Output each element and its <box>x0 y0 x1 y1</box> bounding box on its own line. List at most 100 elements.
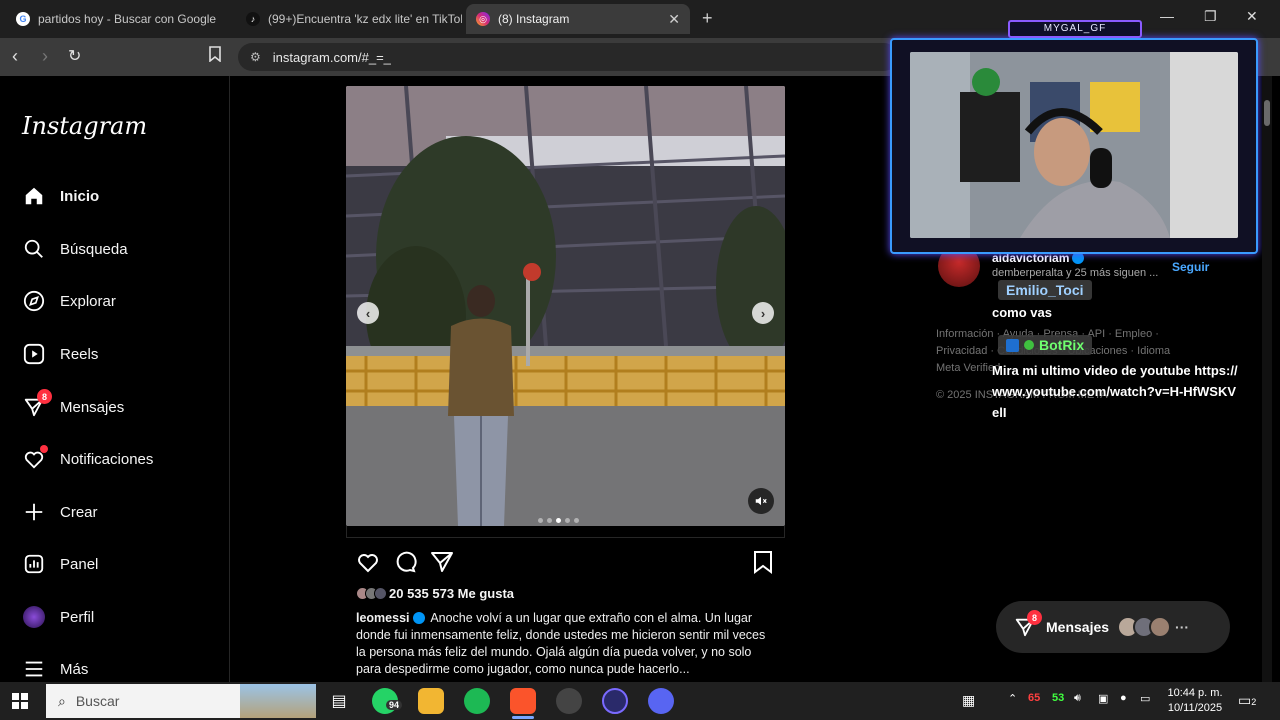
notification-count: 2 <box>1251 697 1257 707</box>
chat-bot-username: BotRix <box>998 335 1093 355</box>
clock-time: 10:44 p. m. <box>1167 687 1223 699</box>
likes-count[interactable]: 20 535 573 Me gusta <box>356 586 514 601</box>
site-settings-icon[interactable]: ⚙ <box>250 50 261 64</box>
back-icon[interactable]: ‹ <box>12 46 18 67</box>
check-badge-icon <box>1024 340 1034 350</box>
sidebar-item-label: Inicio <box>60 187 100 205</box>
messages-floating-button[interactable]: 8 Mensajes ··· <box>996 601 1230 653</box>
reload-icon[interactable]: ↻ <box>68 46 81 66</box>
tiktok-favicon-icon: ♪ <box>246 12 260 26</box>
sidebar-item-label: Panel <box>60 555 99 573</box>
sidebar-item-label: Más <box>60 660 89 678</box>
news-widget-icon[interactable]: ▦ <box>962 692 975 709</box>
messages-label: Mensajes <box>1046 619 1110 635</box>
sidebar-item-label: Notificaciones <box>60 450 154 468</box>
restore-icon[interactable]: ❐ <box>1204 8 1217 25</box>
taskbar-clock[interactable]: 10:44 p. m. 10/11/2025 <box>1160 686 1230 716</box>
tray-indicator-b[interactable]: 53 <box>1052 692 1064 704</box>
window-close-icon[interactable]: ✕ <box>1246 8 1258 25</box>
more-icon[interactable]: ··· <box>1175 619 1189 635</box>
sidebar-item-inicio[interactable]: Inicio <box>22 184 99 208</box>
messenger-icon: 8 <box>1014 610 1042 638</box>
sidebar-item-crear[interactable]: Crear <box>22 500 98 524</box>
sidebar-item-explorar[interactable]: Explorar <box>22 289 116 313</box>
sidebar-item-label: Mensajes <box>60 398 125 416</box>
page-scrollbar[interactable] <box>1262 76 1272 682</box>
forward-icon[interactable]: › <box>42 46 48 67</box>
sidebar-item-panel[interactable]: Panel <box>22 552 98 576</box>
follow-button[interactable]: Seguir <box>1172 260 1209 274</box>
address-bar[interactable]: ⚙ instagram.com/#_=_ <box>238 43 898 71</box>
whatsapp-badge: 94 <box>386 700 403 710</box>
like-icon[interactable] <box>356 550 380 579</box>
messages-badge: 8 <box>37 389 52 404</box>
task-view-icon[interactable]: ▤ <box>326 688 352 714</box>
carousel-dots <box>538 518 579 523</box>
post-border <box>346 526 785 538</box>
file-explorer-icon[interactable] <box>418 688 444 714</box>
sidebar-item-perfil[interactable]: Perfil <box>22 605 94 629</box>
muted-speaker-icon <box>755 496 767 506</box>
app-icon[interactable] <box>602 688 628 714</box>
compass-icon <box>22 289 46 313</box>
clock-date: 10/11/2025 <box>1167 702 1223 714</box>
tab-tiktok[interactable]: ♪ (99+)Encuentra 'kz edx lite' en TikTok <box>236 4 462 34</box>
post-caption: leomessi Anoche volví a un lugar que ext… <box>356 610 776 678</box>
tab-title: (8) Instagram <box>498 12 570 26</box>
carousel-dot <box>565 518 570 523</box>
tray-device-icon[interactable]: ▣ <box>1098 692 1108 705</box>
mute-button[interactable] <box>748 488 774 514</box>
whatsapp-icon[interactable]: 94 <box>372 688 403 714</box>
tray-indicator-a[interactable]: 65 <box>1028 692 1040 704</box>
search-highlight-art <box>240 684 316 718</box>
chat-message: como vas <box>992 305 1052 320</box>
spotify-icon[interactable] <box>464 688 490 714</box>
caption-username[interactable]: leomessi <box>356 611 410 625</box>
likes-text: 20 535 573 Me gusta <box>389 586 515 601</box>
taskbar-search[interactable]: ⌕ Buscar <box>46 684 316 718</box>
new-tab-button[interactable]: + <box>702 8 713 29</box>
scrollbar-thumb[interactable] <box>1264 100 1270 126</box>
post-media-video[interactable] <box>346 86 785 526</box>
tab-instagram[interactable]: ◎ (8) Instagram ✕ <box>466 4 690 34</box>
screen: G partidos hoy - Buscar con Google ♪ (99… <box>0 0 1280 720</box>
bookmark-icon[interactable] <box>208 46 222 66</box>
comment-icon[interactable] <box>393 550 417 579</box>
url-text: instagram.com/#_=_ <box>272 49 391 65</box>
share-icon[interactable] <box>430 550 454 579</box>
sidebar-item-mensajes[interactable]: 8 Mensajes <box>22 389 125 419</box>
suggested-subtitle: demberperalta y 25 más siguen ... <box>992 267 1159 279</box>
volume-icon[interactable]: 🔊︎ <box>1074 692 1081 705</box>
google-favicon-icon: G <box>16 12 30 26</box>
carousel-next-button[interactable]: › <box>752 302 774 324</box>
microphone-icon[interactable]: ● <box>1120 692 1127 704</box>
close-tab-icon[interactable]: ✕ <box>668 11 680 28</box>
tray-overflow-icon[interactable]: ⌃ <box>1008 692 1017 705</box>
obs-icon[interactable] <box>556 688 582 714</box>
instagram-logo[interactable]: Instagram <box>22 112 147 140</box>
notification-center-icon[interactable]: ▭2 <box>1238 692 1256 709</box>
save-bookmark-icon[interactable] <box>752 550 774 579</box>
brave-browser-icon[interactable] <box>510 688 536 714</box>
search-icon: ⌕ <box>58 692 66 709</box>
sidebar-item-label: Explorar <box>60 292 116 310</box>
sidebar-item-reels[interactable]: Reels <box>22 342 98 366</box>
liker-avatars <box>356 587 387 600</box>
sidebar-item-mas[interactable]: Más <box>22 657 88 681</box>
sidebar-item-busqueda[interactable]: Búsqueda <box>22 237 128 261</box>
tab-google[interactable]: G partidos hoy - Buscar con Google <box>6 4 232 34</box>
discord-icon[interactable] <box>648 688 674 714</box>
sidebar-item-notificaciones[interactable]: Notificaciones <box>22 445 154 471</box>
active-app-indicator <box>512 716 534 719</box>
verified-badge-icon <box>412 612 425 624</box>
sidebar-item-label: Perfil <box>60 608 95 626</box>
network-icon[interactable]: ▭ <box>1140 692 1150 705</box>
sidebar-item-label: Reels <box>60 345 99 363</box>
minimize-icon[interactable]: — <box>1160 8 1174 24</box>
search-icon <box>22 237 46 261</box>
carousel-prev-button[interactable]: ‹ <box>357 302 379 324</box>
chart-icon <box>22 552 46 576</box>
streamer-name-label: MYGAL_GF <box>1008 20 1142 38</box>
reels-icon <box>22 342 46 366</box>
windows-start-icon[interactable] <box>12 693 28 709</box>
